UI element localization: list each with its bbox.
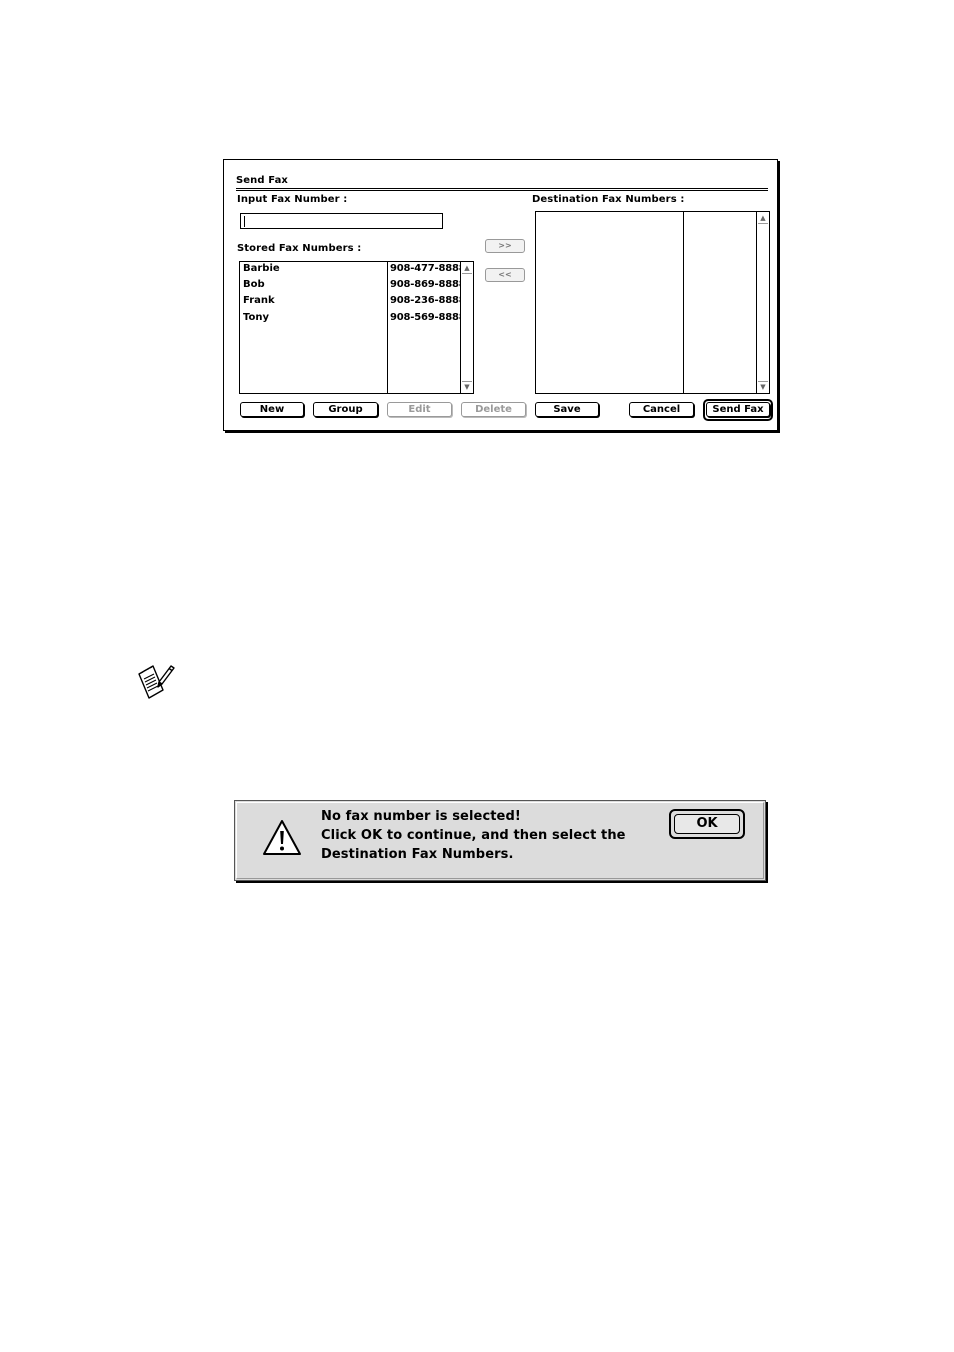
contact-name: Barbie	[243, 263, 280, 274]
scroll-down-arrow-icon[interactable]: ▼	[462, 381, 472, 392]
new-button[interactable]: New	[240, 402, 304, 417]
contact-number: 908-569-8888	[390, 312, 466, 323]
delete-button[interactable]: Delete	[461, 402, 526, 417]
list-item[interactable]: Bob 908-869-8888	[240, 278, 466, 292]
remove-destination-button[interactable]: <<	[485, 268, 525, 282]
scroll-up-arrow-icon[interactable]: ▲	[462, 263, 472, 274]
contact-name: Frank	[243, 295, 275, 306]
destination-list-scrollbar[interactable]: ▲ ▼	[756, 212, 769, 393]
scroll-up-arrow-icon[interactable]: ▲	[758, 213, 768, 224]
input-fax-number-label: Input Fax Number :	[237, 194, 348, 205]
save-button[interactable]: Save	[535, 402, 599, 417]
ok-button-ring: OK	[669, 809, 745, 839]
cancel-button[interactable]: Cancel	[629, 402, 694, 417]
alert-line: Destination Fax Numbers.	[321, 847, 514, 862]
alert-dialog: No fax number is selected! Click OK to c…	[234, 800, 766, 881]
dialog-title: Send Fax	[236, 175, 288, 186]
warning-triangle-icon	[263, 820, 301, 855]
list-item[interactable]: Tony 908-569-8888	[240, 311, 466, 325]
list-item[interactable]: Barbie 908-477-8888	[240, 262, 466, 276]
scroll-down-arrow-icon[interactable]: ▼	[758, 381, 768, 392]
title-divider	[236, 188, 768, 191]
group-button[interactable]: Group	[313, 402, 378, 417]
edit-button[interactable]: Edit	[387, 402, 452, 417]
alert-line: No fax number is selected!	[321, 809, 521, 824]
contact-number: 908-869-8888	[390, 279, 466, 290]
destination-fax-numbers-list[interactable]: ▲ ▼	[535, 211, 770, 394]
contact-name: Tony	[243, 312, 270, 323]
destination-fax-numbers-label: Destination Fax Numbers :	[532, 194, 685, 205]
ok-button[interactable]: OK	[674, 814, 740, 834]
send-fax-button[interactable]: Send Fax	[706, 402, 770, 417]
column-divider	[683, 212, 684, 393]
contact-number: 908-236-8888	[390, 295, 466, 306]
send-fax-dialog: Send Fax Input Fax Number : Stored Fax N…	[223, 159, 778, 431]
stored-fax-numbers-label: Stored Fax Numbers :	[237, 243, 362, 254]
input-fax-number-field[interactable]	[240, 213, 443, 229]
list-item[interactable]: Frank 908-236-8888	[240, 294, 466, 308]
contact-name: Bob	[243, 279, 265, 290]
stored-list-scrollbar[interactable]: ▲ ▼	[460, 262, 473, 393]
notepad-pencil-icon	[138, 665, 175, 699]
stored-fax-numbers-list[interactable]: Barbie 908-477-8888 Bob 908-869-8888 Fra…	[239, 261, 474, 394]
alert-message: No fax number is selected! Click OK to c…	[321, 807, 626, 864]
text-caret	[244, 216, 245, 227]
contact-number: 908-477-8888	[390, 263, 466, 274]
add-destination-button[interactable]: >>	[485, 239, 525, 253]
alert-line: Click OK to continue, and then select th…	[321, 828, 626, 843]
